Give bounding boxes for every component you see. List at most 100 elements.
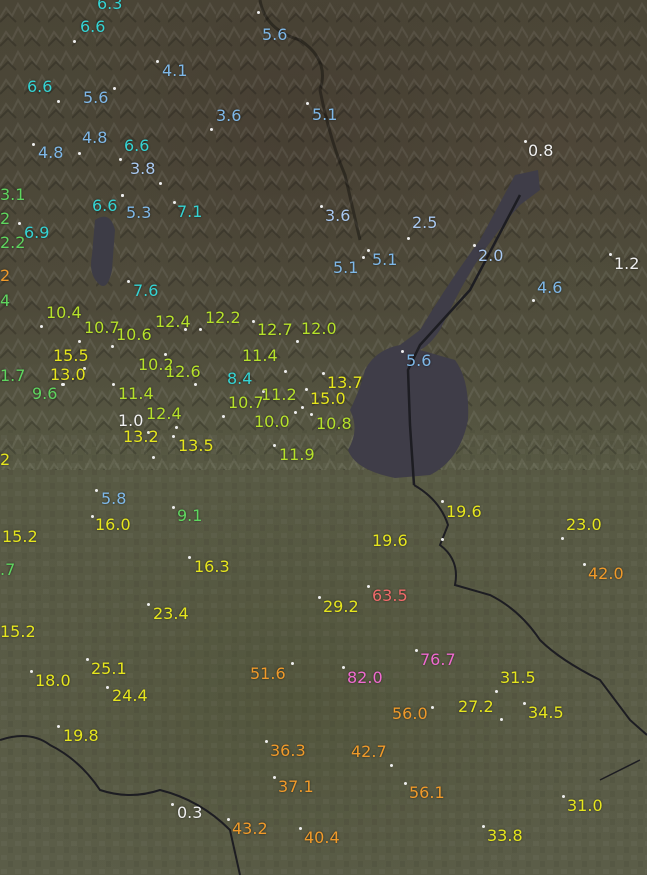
station-value-label[interactable]: 12.0 <box>301 320 337 338</box>
station-value-label[interactable]: 5.6 <box>83 89 108 107</box>
station-value-label[interactable]: 10.6 <box>116 326 152 344</box>
station-value-label[interactable]: 12.4 <box>155 313 191 331</box>
station-value-label[interactable]: 19.6 <box>372 532 408 550</box>
station-dot <box>404 782 407 785</box>
station-value-label[interactable]: 3.1 <box>0 186 25 204</box>
station-value-label[interactable]: 5.1 <box>372 251 397 269</box>
station-value-label[interactable]: 16.3 <box>194 558 230 576</box>
station-value-label[interactable]: 10.7 <box>84 319 120 337</box>
station-value-label[interactable]: 76.7 <box>420 651 456 669</box>
station-value-label[interactable]: 3.8 <box>130 160 155 178</box>
station-value-label[interactable]: 3.6 <box>325 207 350 225</box>
station-value-label[interactable]: 12.4 <box>146 405 182 423</box>
station-value-label[interactable]: 15.2 <box>2 528 38 546</box>
station-value-label[interactable]: 18.0 <box>35 672 71 690</box>
station-value-label[interactable]: 5.8 <box>101 490 126 508</box>
station-value-label[interactable]: 10.4 <box>46 304 82 322</box>
station-value-label[interactable]: 4.1 <box>162 62 187 80</box>
station-value-label[interactable]: 2.0 <box>478 247 503 265</box>
station-value-label[interactable]: 7.1 <box>177 203 202 221</box>
station-value-label[interactable]: 19.8 <box>63 727 99 745</box>
station-value-label[interactable]: 2 <box>0 451 10 469</box>
station-value-label[interactable]: 34.5 <box>528 704 564 722</box>
station-value-label[interactable]: 2.5 <box>412 214 437 232</box>
station-value-label[interactable]: 0.3 <box>177 804 202 822</box>
station-value-label[interactable]: 4 <box>0 292 10 310</box>
station-value-label[interactable]: 6.9 <box>24 224 49 242</box>
station-value-label[interactable]: 15.5 <box>53 347 89 365</box>
station-dot <box>222 415 225 418</box>
station-value-label[interactable]: 1.2 <box>614 255 639 273</box>
station-dot <box>210 128 213 131</box>
station-value-label[interactable]: 10.8 <box>316 415 352 433</box>
station-value-label[interactable]: 15.0 <box>310 390 346 408</box>
station-value-label[interactable]: 56.0 <box>392 705 428 723</box>
station-value-label[interactable]: 36.3 <box>270 742 306 760</box>
station-value-label[interactable]: 6.6 <box>92 197 117 215</box>
station-value-label[interactable]: 13.0 <box>50 366 86 384</box>
station-dot <box>252 320 255 323</box>
station-value-label[interactable]: 6.6 <box>80 18 105 36</box>
station-value-label[interactable]: 6.3 <box>97 0 122 13</box>
station-dot <box>152 456 155 459</box>
station-value-label[interactable]: 0.8 <box>528 142 553 160</box>
precipitation-map[interactable]: 6.3 6.6 5.6 4.1 6.6 5.6 3.6 5.1 4.8 4.8 6.6 3.8 0.8 3… <box>0 0 647 875</box>
station-value-label[interactable]: 11.4 <box>242 347 278 365</box>
station-value-label[interactable]: 37.1 <box>278 778 314 796</box>
station-value-label[interactable]: 27.2 <box>458 698 494 716</box>
station-value-label[interactable]: 31.5 <box>500 669 536 687</box>
station-value-label[interactable]: 5.1 <box>312 106 337 124</box>
station-value-label[interactable]: 9.1 <box>177 507 202 525</box>
station-value-label[interactable]: 5.1 <box>333 259 358 277</box>
station-value-label[interactable]: 4.8 <box>38 144 63 162</box>
station-value-label[interactable]: 42.0 <box>588 565 624 583</box>
station-value-label[interactable]: 12.7 <box>257 321 293 339</box>
station-dot <box>284 370 287 373</box>
station-value-label[interactable]: 63.5 <box>372 587 408 605</box>
station-value-label[interactable]: 6.6 <box>27 78 52 96</box>
station-value-label[interactable]: 29.2 <box>323 598 359 616</box>
station-value-label[interactable]: 16.0 <box>95 516 131 534</box>
station-value-label[interactable]: 5.3 <box>126 204 151 222</box>
station-value-label[interactable]: 7.6 <box>133 282 158 300</box>
station-value-label[interactable]: 25.1 <box>91 660 127 678</box>
station-value-label[interactable]: 4.6 <box>537 279 562 297</box>
station-value-label[interactable]: 2.2 <box>0 234 25 252</box>
station-value-label[interactable]: 12.2 <box>205 309 241 327</box>
station-value-label[interactable]: 82.0 <box>347 669 383 687</box>
station-value-label[interactable]: 19.6 <box>446 503 482 521</box>
station-value-label[interactable]: 12.6 <box>165 363 201 381</box>
station-value-label[interactable]: 2 <box>0 267 10 285</box>
station-value-label[interactable]: .7 <box>0 561 15 579</box>
station-value-label[interactable]: 10.7 <box>228 394 264 412</box>
station-dot <box>173 201 176 204</box>
station-value-label[interactable]: 9.6 <box>32 385 57 403</box>
station-value-label[interactable]: 31.0 <box>567 797 603 815</box>
station-value-label[interactable]: 13.2 <box>123 428 159 446</box>
station-value-label[interactable]: 4.8 <box>82 129 107 147</box>
station-value-label[interactable]: 23.0 <box>566 516 602 534</box>
station-value-label[interactable]: 11.4 <box>118 385 154 403</box>
station-value-label[interactable]: 43.2 <box>232 820 268 838</box>
station-value-label[interactable]: 42.7 <box>351 743 387 761</box>
station-value-label[interactable]: 10.0 <box>254 413 290 431</box>
station-value-label[interactable]: 1.7 <box>0 367 25 385</box>
station-value-label[interactable]: 11.9 <box>279 446 315 464</box>
station-value-label[interactable]: 6.6 <box>124 137 149 155</box>
station-value-label[interactable]: 11.2 <box>261 386 297 404</box>
station-dot <box>199 328 202 331</box>
station-value-label[interactable]: 23.4 <box>153 605 189 623</box>
station-value-label[interactable]: 8.4 <box>227 370 252 388</box>
station-value-label[interactable]: 56.1 <box>409 784 445 802</box>
station-value-label[interactable]: 40.4 <box>304 829 340 847</box>
station-value-label[interactable]: 51.6 <box>250 665 286 683</box>
station-value-label[interactable]: 5.6 <box>406 352 431 370</box>
station-value-label[interactable]: 3.6 <box>216 107 241 125</box>
station-value-label[interactable]: 15.2 <box>0 623 36 641</box>
station-value-label[interactable]: 13.5 <box>178 437 214 455</box>
station-value-label[interactable]: 24.4 <box>112 687 148 705</box>
station-value-label[interactable]: 2 <box>0 210 10 228</box>
station-value-label[interactable]: 33.8 <box>487 827 523 845</box>
station-dot <box>299 827 302 830</box>
station-value-label[interactable]: 5.6 <box>262 26 287 44</box>
